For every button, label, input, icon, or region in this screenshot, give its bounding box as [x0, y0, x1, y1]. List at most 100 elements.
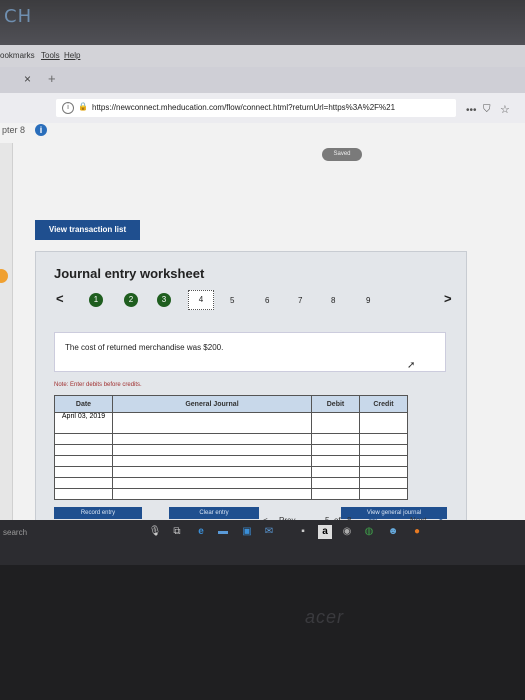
mouse-cursor-icon: ➚: [407, 360, 416, 371]
previous-step-icon[interactable]: <: [56, 291, 64, 306]
view-transaction-list-button[interactable]: View transaction list: [35, 220, 140, 240]
more-icon[interactable]: •••: [466, 105, 477, 116]
date-cell[interactable]: [54, 477, 113, 489]
credit-cell[interactable]: [359, 444, 408, 456]
settings-icon[interactable]: ☻: [386, 525, 400, 539]
date-cell[interactable]: [54, 488, 113, 500]
next-step-icon[interactable]: >: [444, 291, 452, 306]
menu-help[interactable]: Help: [64, 51, 80, 60]
url-field[interactable]: i 🔒 https://newconnect.mheducation.com/f…: [56, 99, 456, 117]
step-9[interactable]: 9: [366, 296, 370, 305]
taskbar-search[interactable]: search: [3, 528, 27, 537]
menu-bar: ookmarks Tools Help: [0, 45, 525, 67]
microphone-icon[interactable]: 🎙: [148, 525, 162, 539]
close-icon[interactable]: ×: [24, 72, 31, 86]
credit-cell[interactable]: [359, 477, 408, 489]
entry-note: Note: Enter debits before credits.: [54, 382, 142, 388]
view-general-journal-button[interactable]: View general journal: [341, 507, 447, 519]
date-cell[interactable]: [54, 455, 113, 467]
step-7[interactable]: 7: [298, 296, 302, 305]
table-row: [54, 477, 408, 489]
account-cell[interactable]: [112, 444, 312, 456]
table-row: [54, 455, 408, 467]
page-content: pter 8 i Saved View transaction list Jou…: [0, 123, 525, 538]
mail-icon[interactable]: ✉: [262, 525, 276, 539]
transaction-description: The cost of returned merchandise was $20…: [65, 343, 224, 352]
new-tab-icon[interactable]: +: [48, 71, 56, 86]
task-view-icon[interactable]: ⧉: [170, 525, 184, 539]
step-2[interactable]: 2: [124, 293, 138, 307]
column-header-credit: Credit: [359, 395, 408, 413]
step-6[interactable]: 6: [265, 296, 269, 305]
step-5[interactable]: 5: [230, 296, 234, 305]
account-cell[interactable]: [112, 466, 312, 478]
step-1[interactable]: 1: [89, 293, 103, 307]
step-8[interactable]: 8: [331, 296, 335, 305]
app-icon[interactable]: ▪: [296, 525, 310, 539]
date-cell[interactable]: [54, 433, 113, 445]
media-icon[interactable]: ◉: [340, 525, 354, 539]
debit-cell[interactable]: [311, 444, 360, 456]
date-cell[interactable]: [54, 444, 113, 456]
taskbar: search 🎙 ⧉ e ▬ ▣ ✉ ▪ a ◉ ◍ ☻ ●: [0, 520, 525, 565]
left-panel-edge: [0, 143, 13, 521]
chapter-label: pter 8: [2, 125, 26, 135]
window-title: CH: [4, 6, 33, 27]
laptop-body: acer: [0, 565, 525, 700]
credit-cell[interactable]: [359, 412, 408, 434]
record-entry-button[interactable]: Record entry: [54, 507, 142, 519]
table-row: [54, 433, 408, 445]
lock-icon: 🔒: [78, 102, 88, 111]
clear-entry-button[interactable]: Clear entry: [169, 507, 259, 519]
step-4-active[interactable]: 4: [188, 290, 214, 310]
debit-cell[interactable]: [311, 477, 360, 489]
date-cell[interactable]: [54, 466, 113, 478]
credit-cell[interactable]: [359, 466, 408, 478]
table-row: April 03, 2019: [54, 412, 408, 434]
credit-cell[interactable]: [359, 455, 408, 467]
column-header-date: Date: [54, 395, 113, 413]
worksheet-title: Journal entry worksheet: [54, 266, 205, 281]
journal-worksheet-panel: Journal entry worksheet < 1 2 3 4 5 6 7 …: [35, 251, 467, 538]
account-cell[interactable]: [112, 412, 312, 434]
debit-cell[interactable]: [311, 433, 360, 445]
edge-browser-icon[interactable]: e: [194, 525, 208, 539]
url-text[interactable]: https://newconnect.mheducation.com/flow/…: [92, 103, 395, 112]
file-explorer-icon[interactable]: ▬: [216, 525, 230, 539]
monitor-bezel: CH: [0, 0, 525, 45]
screen: ookmarks Tools Help × + i 🔒 https://newc…: [0, 45, 525, 565]
info-icon[interactable]: i: [62, 102, 74, 114]
journal-table: Date General Journal Debit Credit April …: [54, 395, 408, 500]
firefox-icon[interactable]: ●: [410, 525, 424, 539]
orange-marker-icon: [0, 269, 8, 283]
credit-cell[interactable]: [359, 433, 408, 445]
star-icon[interactable]: ☆: [500, 103, 510, 116]
transaction-description-box: The cost of returned merchandise was $20…: [54, 332, 446, 372]
debit-cell[interactable]: [311, 455, 360, 467]
amazon-icon[interactable]: a: [318, 525, 332, 539]
account-cell[interactable]: [112, 477, 312, 489]
account-cell[interactable]: [112, 433, 312, 445]
credit-cell[interactable]: [359, 488, 408, 500]
pocket-icon[interactable]: ⛉: [483, 104, 491, 115]
saved-badge: Saved: [322, 148, 362, 161]
chrome-icon[interactable]: ◍: [362, 525, 376, 539]
step-3[interactable]: 3: [157, 293, 171, 307]
debit-cell[interactable]: [311, 412, 360, 434]
column-header-debit: Debit: [311, 395, 360, 413]
debit-cell[interactable]: [311, 488, 360, 500]
debit-cell[interactable]: [311, 466, 360, 478]
store-icon[interactable]: ▣: [240, 525, 254, 539]
menu-bookmarks[interactable]: ookmarks: [0, 51, 35, 60]
column-header-general-journal: General Journal: [112, 395, 312, 413]
account-cell[interactable]: [112, 455, 312, 467]
brand-logo: acer: [305, 607, 345, 627]
chapter-info-icon[interactable]: i: [35, 124, 47, 136]
date-cell[interactable]: April 03, 2019: [54, 412, 113, 434]
table-row: [54, 444, 408, 456]
account-cell[interactable]: [112, 488, 312, 500]
address-bar-row: i 🔒 https://newconnect.mheducation.com/f…: [0, 93, 525, 124]
tab-bar: × +: [0, 67, 525, 93]
table-row: [54, 466, 408, 478]
menu-tools[interactable]: Tools: [41, 51, 60, 60]
